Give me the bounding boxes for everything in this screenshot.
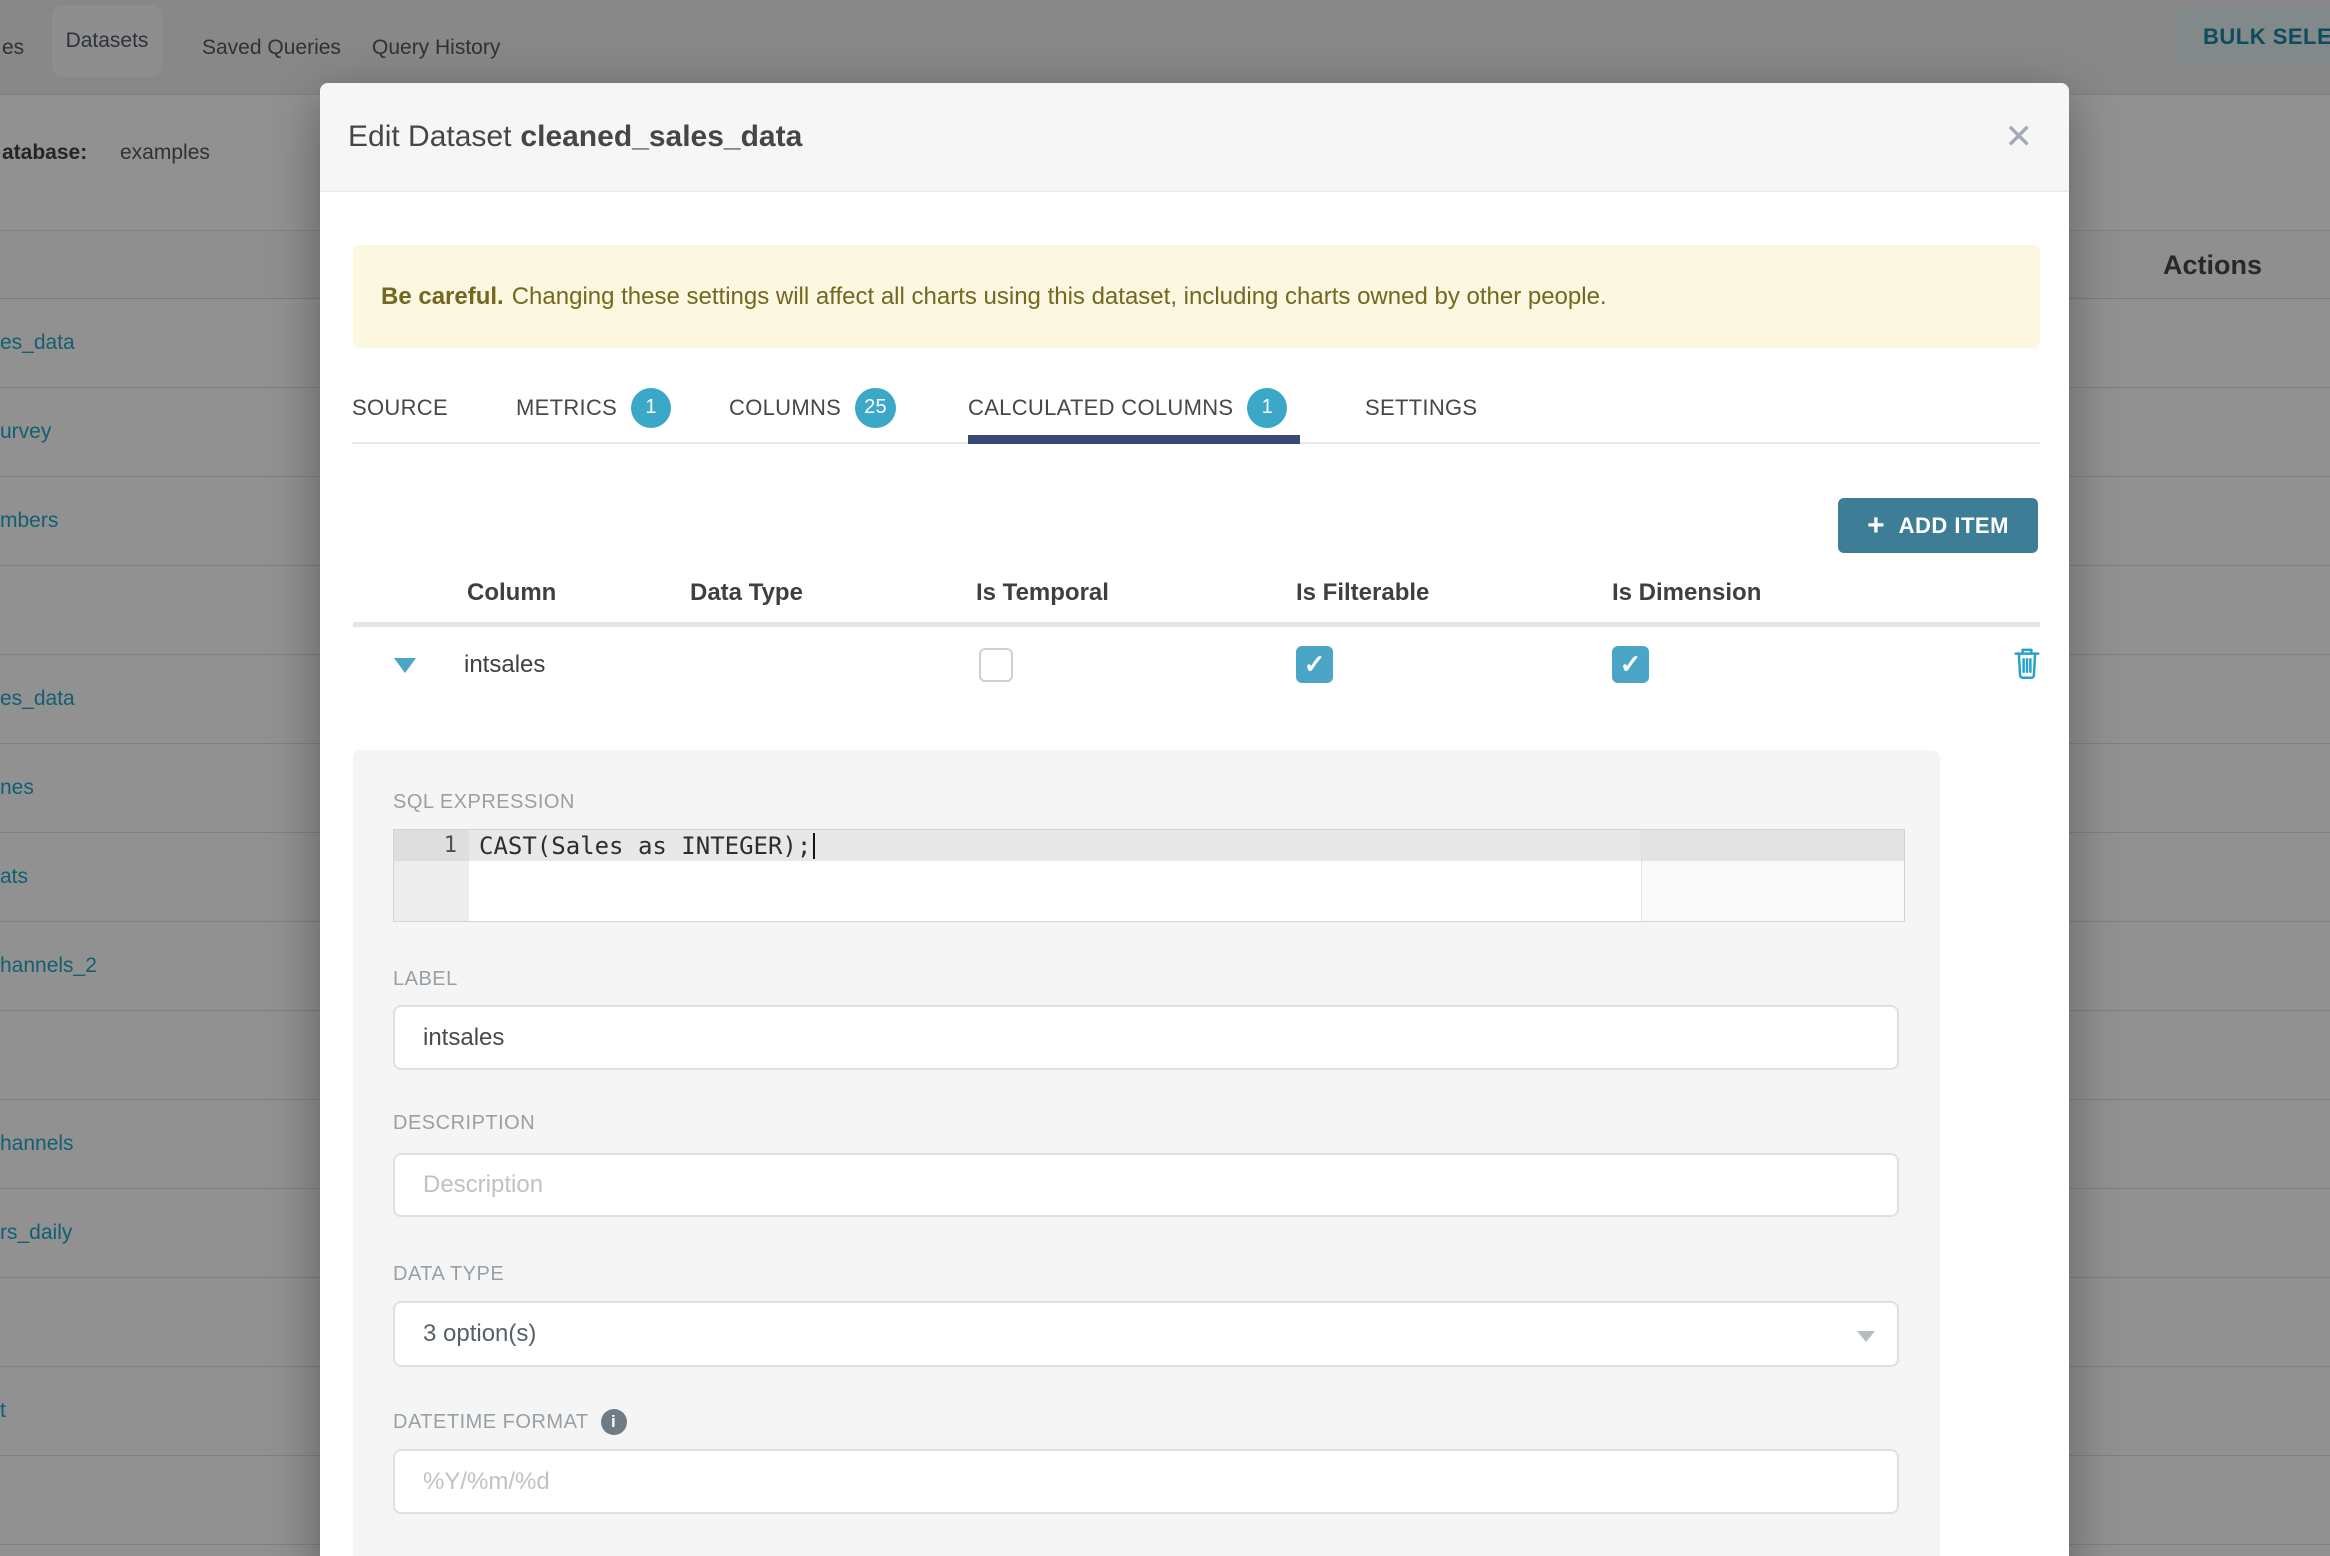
is-temporal-checkbox[interactable] bbox=[979, 648, 1013, 682]
tab-label: COLUMNS bbox=[729, 394, 842, 420]
metrics-count-badge: 1 bbox=[631, 387, 672, 428]
tab-metrics[interactable]: METRICS 1 bbox=[516, 375, 672, 440]
description-input[interactable] bbox=[393, 1153, 1899, 1217]
modal-title-prefix: Edit Dataset bbox=[348, 120, 512, 153]
row-expander-caret-icon[interactable] bbox=[394, 658, 416, 673]
is-dimension-checkbox[interactable]: ✓ bbox=[1612, 646, 1649, 683]
label-input[interactable] bbox=[393, 1005, 1899, 1070]
warning-banner-bold: Be careful. bbox=[381, 282, 504, 310]
data-type-value: 3 option(s) bbox=[423, 1320, 537, 1347]
column-header-column: Column bbox=[467, 579, 557, 606]
modal-title: Edit Dataset cleaned_sales_data bbox=[348, 120, 802, 154]
label-field-label: LABEL bbox=[393, 967, 458, 990]
modal-tabs: SOURCE METRICS 1 COLUMNS 25 CALCULATED C… bbox=[352, 375, 2040, 444]
tab-label: CALCULATED COLUMNS bbox=[968, 394, 1234, 420]
tab-calculated-columns[interactable]: CALCULATED COLUMNS 1 bbox=[968, 375, 1288, 440]
modal-header: Edit Dataset cleaned_sales_data ✕ bbox=[320, 83, 2069, 192]
warning-banner: Be careful. Changing these settings will… bbox=[353, 245, 2040, 348]
tab-label: METRICS bbox=[516, 394, 618, 420]
editor-line-number: 1 bbox=[394, 830, 469, 861]
column-header-is-filterable: Is Filterable bbox=[1296, 579, 1430, 606]
data-type-field-label: DATA TYPE bbox=[393, 1262, 505, 1285]
is-filterable-checkbox[interactable]: ✓ bbox=[1296, 646, 1333, 683]
datetime-format-input[interactable] bbox=[393, 1449, 1899, 1514]
description-field-label: DESCRIPTION bbox=[393, 1111, 536, 1134]
tab-settings[interactable]: SETTINGS bbox=[1365, 375, 1477, 440]
tab-label: SOURCE bbox=[352, 394, 448, 420]
table-header-divider bbox=[353, 622, 2040, 627]
delete-trash-icon[interactable] bbox=[2012, 646, 2042, 685]
close-icon[interactable]: ✕ bbox=[2005, 120, 2034, 154]
editor-margin-area bbox=[1642, 830, 1904, 921]
sql-expression-editor[interactable]: 1 CAST(Sales as INTEGER); bbox=[393, 829, 1905, 922]
datetime-format-label-text: DATETIME FORMAT bbox=[393, 1410, 589, 1433]
calculated-columns-count-badge: 1 bbox=[1247, 387, 1288, 428]
text-cursor bbox=[813, 832, 816, 859]
active-tab-indicator bbox=[968, 435, 1300, 444]
column-detail-panel: SQL EXPRESSION 1 CAST(Sales as INTEGER);… bbox=[353, 750, 1940, 1556]
datetime-format-field-label: DATETIME FORMAT i bbox=[393, 1409, 627, 1435]
warning-banner-text: Changing these settings will affect all … bbox=[511, 282, 1607, 310]
sql-code-text: CAST(Sales as INTEGER); bbox=[479, 831, 812, 860]
column-header-is-temporal: Is Temporal bbox=[976, 579, 1109, 606]
tab-label: SETTINGS bbox=[1365, 394, 1478, 420]
add-item-label: ADD ITEM bbox=[1898, 512, 2009, 538]
chevron-down-icon bbox=[1857, 1331, 1875, 1342]
plus-icon: + bbox=[1867, 508, 1885, 542]
data-type-select[interactable]: 3 option(s) bbox=[393, 1301, 1899, 1367]
dataset-name: cleaned_sales_data bbox=[520, 120, 803, 153]
edit-dataset-modal: Edit Dataset cleaned_sales_data ✕ Be care… bbox=[320, 83, 2069, 1556]
add-item-button[interactable]: + ADD ITEM bbox=[1838, 498, 2038, 553]
calculated-column-name: intsales bbox=[464, 651, 546, 678]
tab-source[interactable]: SOURCE bbox=[352, 375, 448, 440]
sql-expression-label: SQL EXPRESSION bbox=[393, 790, 575, 813]
screen: es Datasets Saved Queries Query History … bbox=[0, 0, 2330, 1556]
tab-columns[interactable]: COLUMNS 25 bbox=[729, 375, 896, 440]
column-header-is-dimension: Is Dimension bbox=[1612, 579, 1762, 606]
column-header-data-type: Data Type bbox=[690, 579, 803, 606]
sql-code-line[interactable]: CAST(Sales as INTEGER); bbox=[479, 830, 816, 861]
info-icon[interactable]: i bbox=[600, 1409, 627, 1435]
columns-count-badge: 25 bbox=[855, 387, 896, 428]
